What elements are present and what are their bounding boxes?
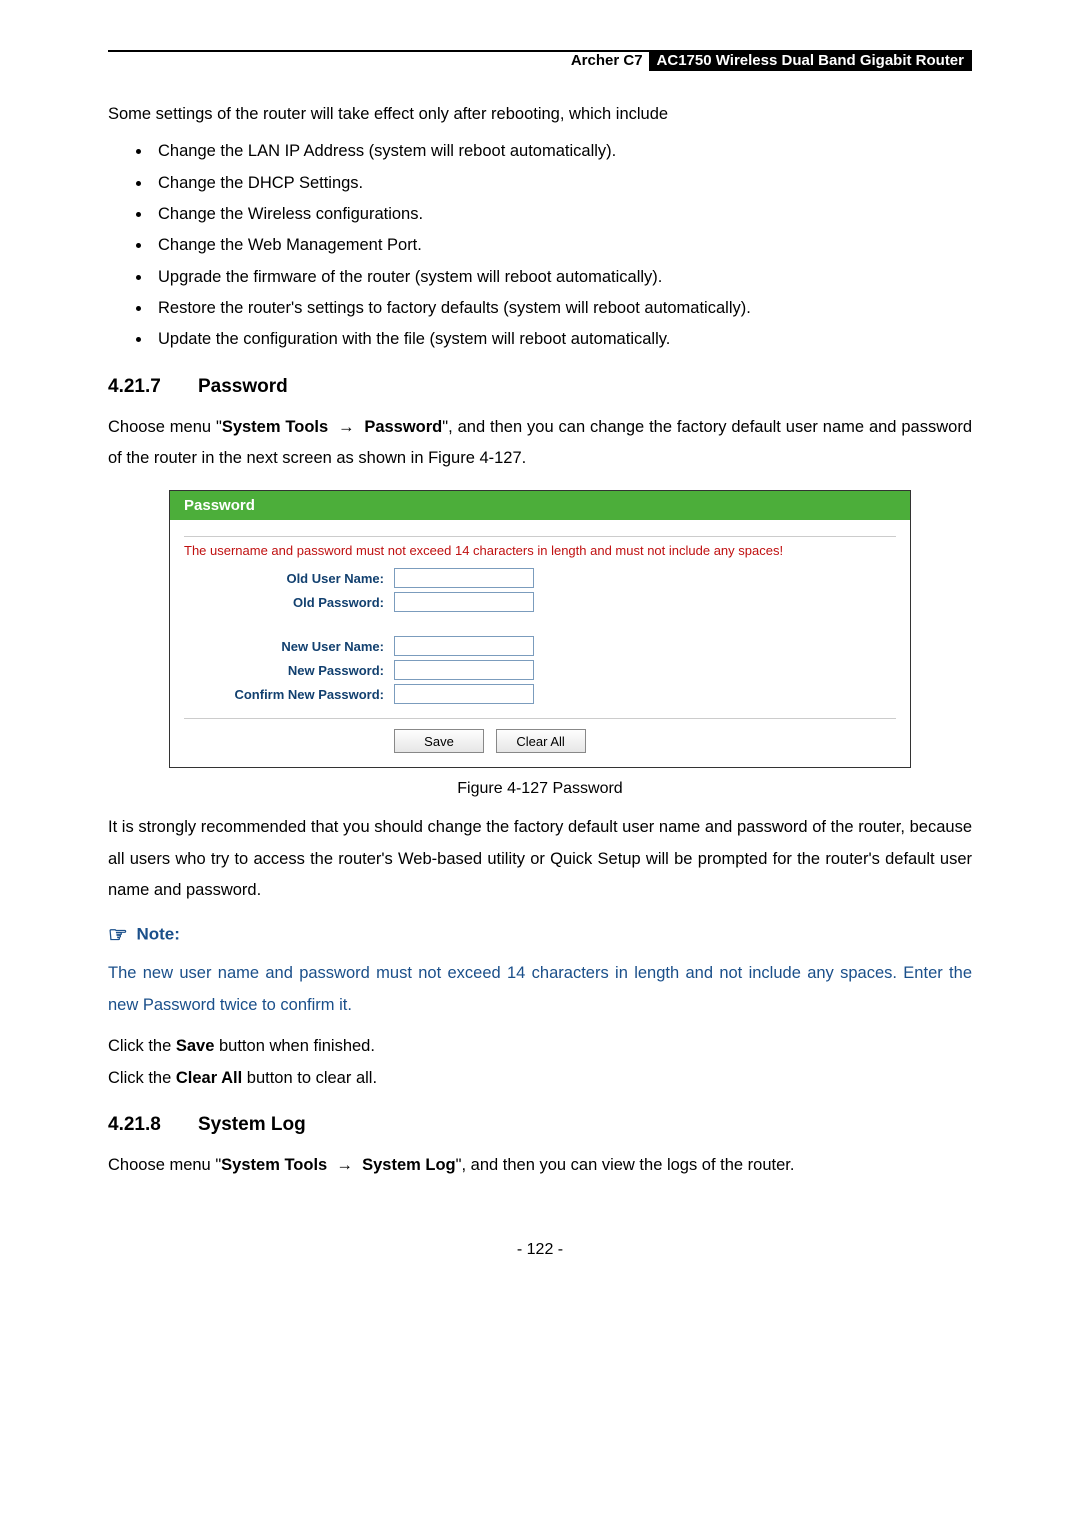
note-label: Note: <box>136 925 179 944</box>
label-old-password: Old Password: <box>184 595 384 610</box>
section-title: System Log <box>198 1114 306 1135</box>
list-item: Restore the router's settings to factory… <box>152 293 972 324</box>
text-fragment: Click the <box>108 1069 176 1087</box>
clear-all-button[interactable]: Clear All <box>496 729 586 753</box>
label-old-username: Old User Name: <box>184 571 384 586</box>
page-number: - 122 - <box>108 1241 972 1259</box>
note-heading: ☞ Note: <box>108 922 972 948</box>
figure-password-screenshot: Password The username and password must … <box>169 490 911 768</box>
section-heading-password: 4.21.7Password <box>108 376 972 398</box>
text-fragment: Choose menu " <box>108 418 222 436</box>
click-clear-text: Click the Clear All button to clear all. <box>108 1063 972 1094</box>
text-fragment: Click the <box>108 1037 176 1055</box>
new-password-input[interactable] <box>394 660 534 680</box>
product-description: AC1750 Wireless Dual Band Gigabit Router <box>649 50 972 71</box>
text-fragment: ", and then you can view the logs of the… <box>456 1156 795 1174</box>
section-number: 4.21.8 <box>108 1114 198 1136</box>
confirm-password-input[interactable] <box>394 684 534 704</box>
button-name-bold: Clear All <box>176 1069 242 1087</box>
warning-text: The username and password must not excee… <box>184 543 896 558</box>
click-save-text: Click the Save button when finished. <box>108 1031 972 1062</box>
menu-name-bold: Password <box>364 418 442 436</box>
note-text: The new user name and password must not … <box>108 958 972 1021</box>
section-title: Password <box>198 376 288 397</box>
text-fragment: button when finished. <box>214 1037 375 1055</box>
section1-paragraph: Choose menu "System Tools → Password", a… <box>108 412 972 475</box>
menu-name-bold: System Tools <box>222 418 328 436</box>
post-figure-paragraph: It is strongly recommended that you shou… <box>108 812 972 906</box>
label-new-username: New User Name: <box>184 639 384 654</box>
button-name-bold: Save <box>176 1037 215 1055</box>
section2-paragraph: Choose menu "System Tools → System Log",… <box>108 1150 972 1181</box>
text-fragment: Choose menu " <box>108 1156 221 1174</box>
product-model: Archer C7 <box>565 50 649 71</box>
text-fragment: button to clear all. <box>242 1069 377 1087</box>
old-username-input[interactable] <box>394 568 534 588</box>
list-item: Change the LAN IP Address (system will r… <box>152 136 972 167</box>
intro-text: Some settings of the router will take ef… <box>108 99 972 130</box>
document-header: Archer C7AC1750 Wireless Dual Band Gigab… <box>108 50 972 71</box>
panel-title-bar: Password <box>170 491 910 520</box>
list-item: Change the DHCP Settings. <box>152 168 972 199</box>
new-username-input[interactable] <box>394 636 534 656</box>
list-item: Upgrade the firmware of the router (syst… <box>152 262 972 293</box>
label-confirm-password: Confirm New Password: <box>184 687 384 702</box>
label-new-password: New Password: <box>184 663 384 678</box>
list-item: Change the Wireless configurations. <box>152 199 972 230</box>
figure-caption: Figure 4-127 Password <box>108 780 972 798</box>
section-heading-system-log: 4.21.8System Log <box>108 1114 972 1136</box>
menu-name-bold: System Tools <box>221 1156 327 1174</box>
section-number: 4.21.7 <box>108 376 198 398</box>
list-item: Update the configuration with the file (… <box>152 324 972 355</box>
list-item: Change the Web Management Port. <box>152 230 972 261</box>
bullet-list: Change the LAN IP Address (system will r… <box>108 136 972 355</box>
old-password-input[interactable] <box>394 592 534 612</box>
menu-name-bold: System Log <box>362 1156 456 1174</box>
save-button[interactable]: Save <box>394 729 484 753</box>
pointing-hand-icon: ☞ <box>108 922 128 948</box>
